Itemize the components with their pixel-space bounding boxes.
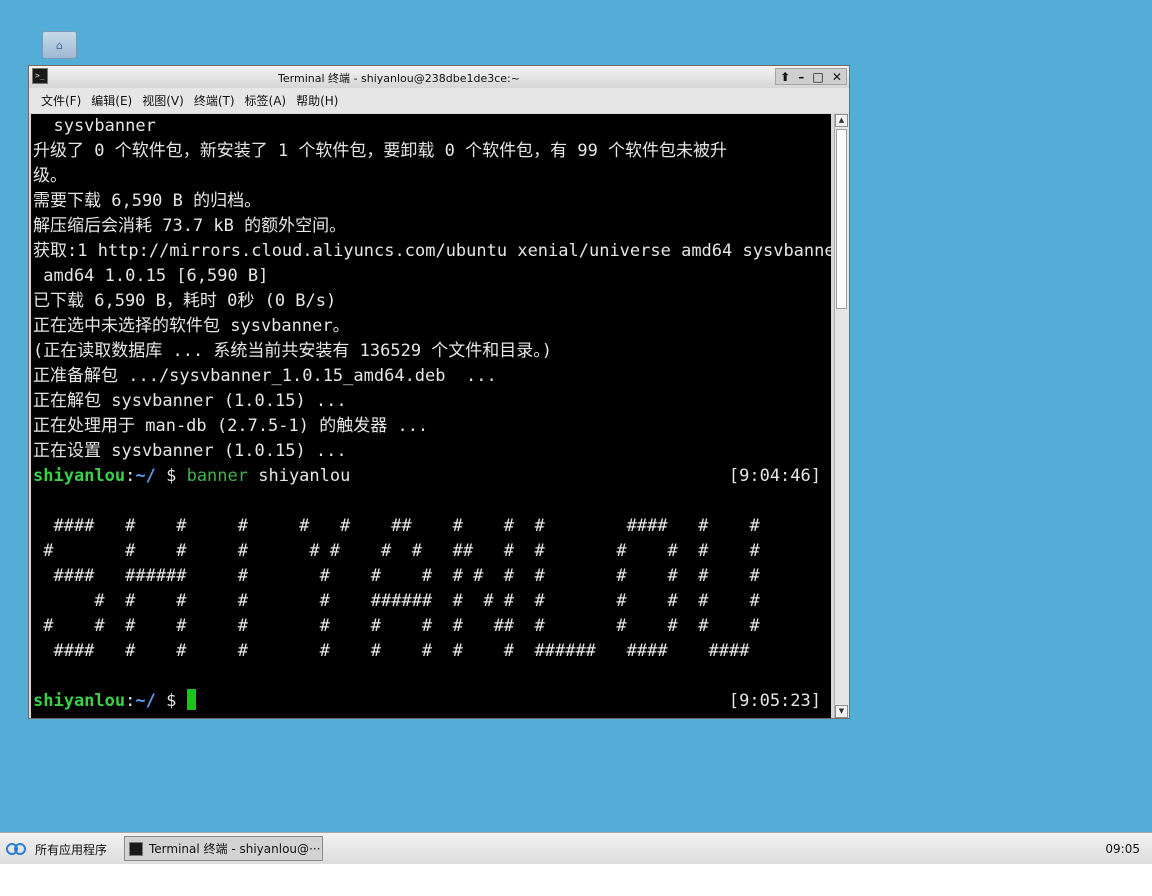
terminal-line: 解压缩后会消耗 73.7 kB 的额外空间。	[33, 216, 347, 236]
terminal-output[interactable]: sysvbanner 升级了 0 个软件包，新安装了 1 个软件包，要卸载 0 …	[31, 114, 831, 718]
menu-help[interactable]: 帮助(H)	[296, 92, 338, 109]
screen-bottom-area	[0, 864, 1152, 896]
banner-line: # # # # # ###### # # # # # # # #	[33, 591, 760, 611]
terminal-line: 正在选中未选择的软件包 sysvbanner。	[33, 316, 350, 336]
terminal-line: 正准备解包 .../sysvbanner_1.0.15_amd64.deb ..…	[33, 366, 497, 386]
taskbar: 所有应用程序 Terminal 终端 - shiyanlou@··· 09:05	[0, 832, 1152, 865]
minimize-icon[interactable]: –	[798, 70, 804, 84]
prompt-symbol: $	[155, 691, 187, 711]
shade-icon[interactable]: ⬆	[780, 70, 790, 84]
menu-view[interactable]: 视图(V)	[142, 92, 184, 109]
prompt-line: shiyanlou:~/ $ banner shiyanlou [9:04:46]	[33, 464, 831, 489]
banner-line: #### ###### # # # # # # # # # # # #	[33, 566, 760, 586]
prompt-path: ~/	[135, 691, 156, 711]
taskbar-terminal-button[interactable]: Terminal 终端 - shiyanlou@···	[124, 836, 323, 861]
terminal-line: (正在读取数据库 ... 系统当前共安装有 136529 个文件和目录。)	[33, 341, 553, 361]
prompt-user: shiyanlou	[33, 691, 126, 711]
scroll-up-icon[interactable]: ▲	[835, 114, 848, 127]
terminal-line: 获取:1 http://mirrors.cloud.aliyuncs.com/u…	[33, 241, 831, 261]
terminal-line: 升级了 0 个软件包，新安装了 1 个软件包，要卸载 0 个软件包，有 99 个…	[33, 141, 728, 161]
prompt-timestamp: [9:04:46]	[728, 466, 821, 486]
menu-terminal[interactable]: 终端(T)	[194, 92, 235, 109]
banner-line: #### # # # # # # # # ###### #### ####	[33, 641, 750, 661]
terminal-line: 正在处理用于 man-db (2.7.5-1) 的触发器 ...	[33, 416, 429, 436]
terminal-task-icon	[129, 841, 143, 856]
applications-menu-label: 所有应用程序	[35, 843, 108, 857]
close-icon[interactable]: ✕	[832, 70, 842, 84]
terminal-line: 已下载 6,590 B，耗时 0秒 (0 B/s)	[33, 291, 337, 311]
banner-line: # # # # # # # # ## # # # # # #	[33, 541, 760, 561]
applications-menu-button[interactable]: 所有应用程序	[6, 841, 107, 858]
prompt-symbol: $	[155, 466, 187, 486]
terminal-line: sysvbanner	[33, 116, 156, 136]
text-cursor	[186, 689, 196, 710]
clock[interactable]: 09:05	[1105, 842, 1140, 856]
terminal-line: 需要下载 6,590 B 的归档。	[33, 191, 262, 211]
maximize-icon[interactable]: □	[812, 70, 823, 84]
prompt-path: ~/	[135, 466, 156, 486]
scroll-down-icon[interactable]: ▼	[835, 705, 848, 718]
title-bar[interactable]: >_ Terminal 终端 - shiyanlou@238dbe1de3ce:…	[29, 66, 849, 89]
prompt-timestamp: [9:05:23]	[728, 691, 821, 711]
terminal-line: 级。	[33, 166, 67, 186]
terminal-line: 正在设置 sysvbanner (1.0.15) ...	[33, 441, 347, 461]
window-title: Terminal 终端 - shiyanlou@238dbe1de3ce:~	[278, 72, 520, 85]
command-name: banner	[186, 466, 248, 486]
terminal-line: 正在解包 sysvbanner (1.0.15) ...	[33, 391, 347, 411]
prompt-colon: :	[125, 466, 136, 486]
menu-tabs[interactable]: 标签(A)	[245, 92, 287, 109]
taskbar-terminal-label: Terminal 终端 - shiyanlou@···	[149, 842, 321, 856]
window-controls: ⬆ – □ ✕	[775, 68, 847, 85]
active-prompt-line[interactable]: shiyanlou:~/ $ [9:05:23]	[33, 689, 831, 714]
prompt-colon: :	[125, 691, 136, 711]
applications-logo-icon	[6, 842, 27, 857]
prompt-user: shiyanlou	[33, 466, 126, 486]
banner-line: #### # # # # # ## # # # #### # #	[33, 516, 760, 536]
home-folder-icon[interactable]: ⌂	[42, 31, 77, 59]
terminal-line: amd64 1.0.15 [6,590 B]	[33, 266, 269, 286]
banner-line: # # # # # # # # # ## # # # # #	[33, 616, 760, 636]
menu-bar: 文件(F) 编辑(E) 视图(V) 终端(T) 标签(A) 帮助(H)	[29, 88, 849, 113]
menu-edit[interactable]: 编辑(E)	[91, 92, 132, 109]
command-argument: shiyanlou	[248, 466, 351, 486]
menu-file[interactable]: 文件(F)	[41, 92, 81, 109]
terminal-window: >_ Terminal 终端 - shiyanlou@238dbe1de3ce:…	[28, 65, 850, 719]
vertical-scrollbar[interactable]: ▲ ▼	[834, 114, 849, 718]
scroll-thumb[interactable]	[836, 129, 847, 309]
